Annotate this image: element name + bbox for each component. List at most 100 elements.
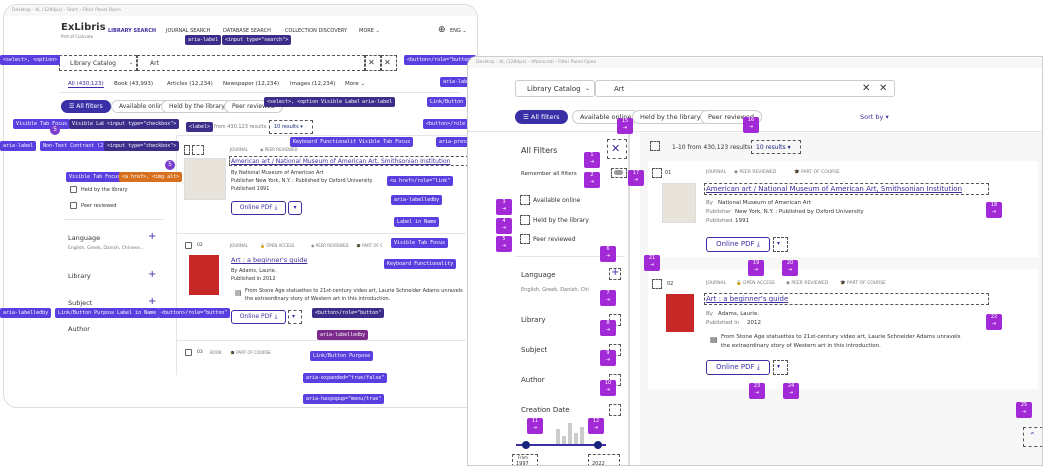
result2-title-back[interactable]: Art : a beginner's guide [231, 256, 307, 264]
peer-checkbox-back[interactable] [70, 202, 77, 209]
language-select[interactable]: ENG ⌄ [450, 28, 467, 34]
search-query-back: Art [150, 60, 159, 67]
all-filters-button-back[interactable]: ☰ All filters [61, 100, 111, 113]
held-by-library-chip-back[interactable]: Held by the library [161, 100, 233, 113]
annotation: Link/Button [427, 97, 467, 107]
tab-newspaper[interactable]: Newspaper (12,234) [223, 81, 279, 87]
close-icon[interactable]: ✕ [879, 83, 887, 94]
result2-course-label: PART OF C [362, 243, 383, 248]
result1-peer-label: PEER REVIEWED [264, 147, 298, 152]
facet-language-values-back: English, Greek, Danish, Chinese... [68, 246, 145, 251]
tab-book[interactable]: Book (43,993) [114, 81, 153, 87]
result2-published-back: Published in 2012 [231, 276, 276, 282]
held-checkbox-back[interactable] [70, 186, 77, 193]
result2-course-back: 🎓 PART OF C [356, 243, 383, 248]
annotation: aria-label [0, 141, 37, 151]
facet-library-front[interactable]: Library [521, 316, 545, 324]
chevron-down-icon: ⌄ [585, 85, 591, 92]
all-filters-button-front[interactable]: ☰ All filters [515, 110, 568, 124]
annotation: aria-haspopup="menu/true" [303, 394, 385, 404]
peer-checkbox-front[interactable] [520, 234, 530, 244]
annotation: <button>/role="button" [158, 308, 231, 318]
result2-title-front: Art : a beginner's guide [706, 295, 789, 303]
result3-checkbox-back[interactable] [185, 349, 192, 356]
online-pdf-button-front-2[interactable]: Online PDF ⤓ [706, 360, 770, 375]
facet-library-back[interactable]: Library [68, 272, 91, 280]
logo[interactable]: ExLibris [61, 22, 106, 33]
book-cover-front-2[interactable] [666, 294, 694, 332]
held-label-back: Held by the library [81, 187, 128, 193]
result2-peer-back: ◉ PEER REVIEWED [311, 243, 349, 248]
online-pdf-label: Online PDF [716, 240, 755, 248]
result1-by-back: By National Museum of American Art [231, 170, 324, 176]
search-input-back[interactable] [137, 55, 365, 71]
tab-stop-number: 4 [502, 218, 506, 224]
divider [176, 233, 466, 234]
annotation: Visible Tab Focus [13, 119, 71, 129]
book-cover-front[interactable] [662, 183, 696, 223]
online-pdf-label: Online PDF [239, 313, 273, 320]
tab-stop-marker: 6 ⇥ [600, 246, 616, 262]
tab-articles[interactable]: Articles (12,234) [167, 81, 213, 87]
tab-stop-marker: 21 ⇥ [644, 255, 660, 271]
result2-open-front: 🔓 OPEN ACCESS [736, 281, 775, 286]
online-pdf-menu-back[interactable]: ▾ [288, 201, 302, 215]
result2-checkbox-front[interactable] [652, 279, 662, 289]
plus-icon[interactable]: + [148, 269, 156, 280]
book-cover-back[interactable] [184, 158, 226, 200]
close-icon[interactable]: ✕ [862, 83, 870, 94]
result2-checkbox-back[interactable] [185, 242, 192, 249]
tab-stop-marker: 24 ⇥ [783, 383, 799, 399]
focus-outline [184, 145, 190, 155]
tab-stop-badge: 5 [50, 125, 60, 135]
nav-collection-discovery[interactable]: COLLECTION DISCOVERY [285, 28, 347, 34]
result2-snippet1-back: From Stone Age statuettes to 21st-centur… [245, 288, 463, 294]
tab-images[interactable]: Images (12,234) [290, 81, 335, 87]
globe-icon[interactable]: ⊕ [438, 25, 446, 35]
histogram-bar [580, 427, 584, 444]
nav-more[interactable]: MORE ⌄ [359, 28, 380, 34]
date-range-end-handle[interactable] [594, 441, 602, 449]
book-cover-back-2[interactable] [189, 255, 219, 295]
tab-more[interactable]: More ⌄ [345, 81, 365, 87]
annotation: aria-labelledby [391, 195, 443, 205]
logo-sub: Part of Clarivate [61, 34, 94, 39]
plus-icon[interactable]: + [148, 231, 156, 242]
facet-language-values-front: English, Greek, Danish, Chi [521, 287, 589, 293]
tab-all[interactable]: All (430,123) [68, 81, 104, 88]
result-checkbox-back[interactable] [192, 145, 204, 155]
facet-author-back[interactable]: Author [68, 325, 90, 333]
held-by-library-chip-front[interactable]: Held by the library [632, 110, 709, 124]
nav-library-search[interactable]: LIBRARY SEARCH [108, 28, 156, 34]
tab-stop-marker: 7 ⇥ [600, 290, 616, 306]
divider [176, 135, 466, 136]
date-range-start-handle[interactable] [522, 441, 530, 449]
facet-language-front[interactable]: Language [521, 271, 556, 279]
plus-icon[interactable]: + [148, 296, 156, 307]
online-pdf-button-back[interactable]: Online PDF ⤓ [231, 201, 286, 215]
online-pdf-button-front[interactable]: Online PDF ⤓ [706, 237, 770, 252]
tab-stop-number: 9 [606, 350, 610, 356]
search-input-front[interactable] [595, 80, 895, 97]
tab-stop-marker: 2 ⇥ [584, 172, 600, 188]
result1-checkbox-front[interactable] [652, 168, 662, 178]
facet-author-front[interactable]: Author [521, 376, 545, 384]
select-all-checkbox[interactable] [650, 141, 660, 151]
tab-stop-marker: 22 ⇥ [986, 314, 1002, 330]
nav-journal-search[interactable]: JOURNAL SEARCH [166, 28, 210, 34]
facet-language-back[interactable]: Language [68, 234, 100, 242]
held-checkbox-front[interactable] [520, 215, 530, 225]
online-pdf-menu-front[interactable] [773, 237, 788, 252]
result2-number-back: 02 [197, 243, 203, 248]
facet-subject-front[interactable]: Subject [521, 346, 547, 354]
facet-subject-back[interactable]: Subject [68, 299, 92, 307]
nav-database-search[interactable]: DATABASE SEARCH [223, 28, 271, 34]
online-pdf-menu-front-2[interactable] [773, 360, 788, 375]
available-checkbox-front[interactable] [520, 195, 530, 205]
online-pdf-button-back-2[interactable]: Online PDF ⤓ [231, 310, 286, 324]
facet-creation-collapse[interactable] [609, 404, 621, 416]
sort-by-button[interactable]: Sort by ▾ [860, 113, 889, 121]
range-text-front: 1-10 from 430,123 results [672, 144, 751, 151]
scope-select-front-label: Library Catalog [527, 85, 581, 93]
tab-stop-number: 7 [606, 290, 610, 296]
